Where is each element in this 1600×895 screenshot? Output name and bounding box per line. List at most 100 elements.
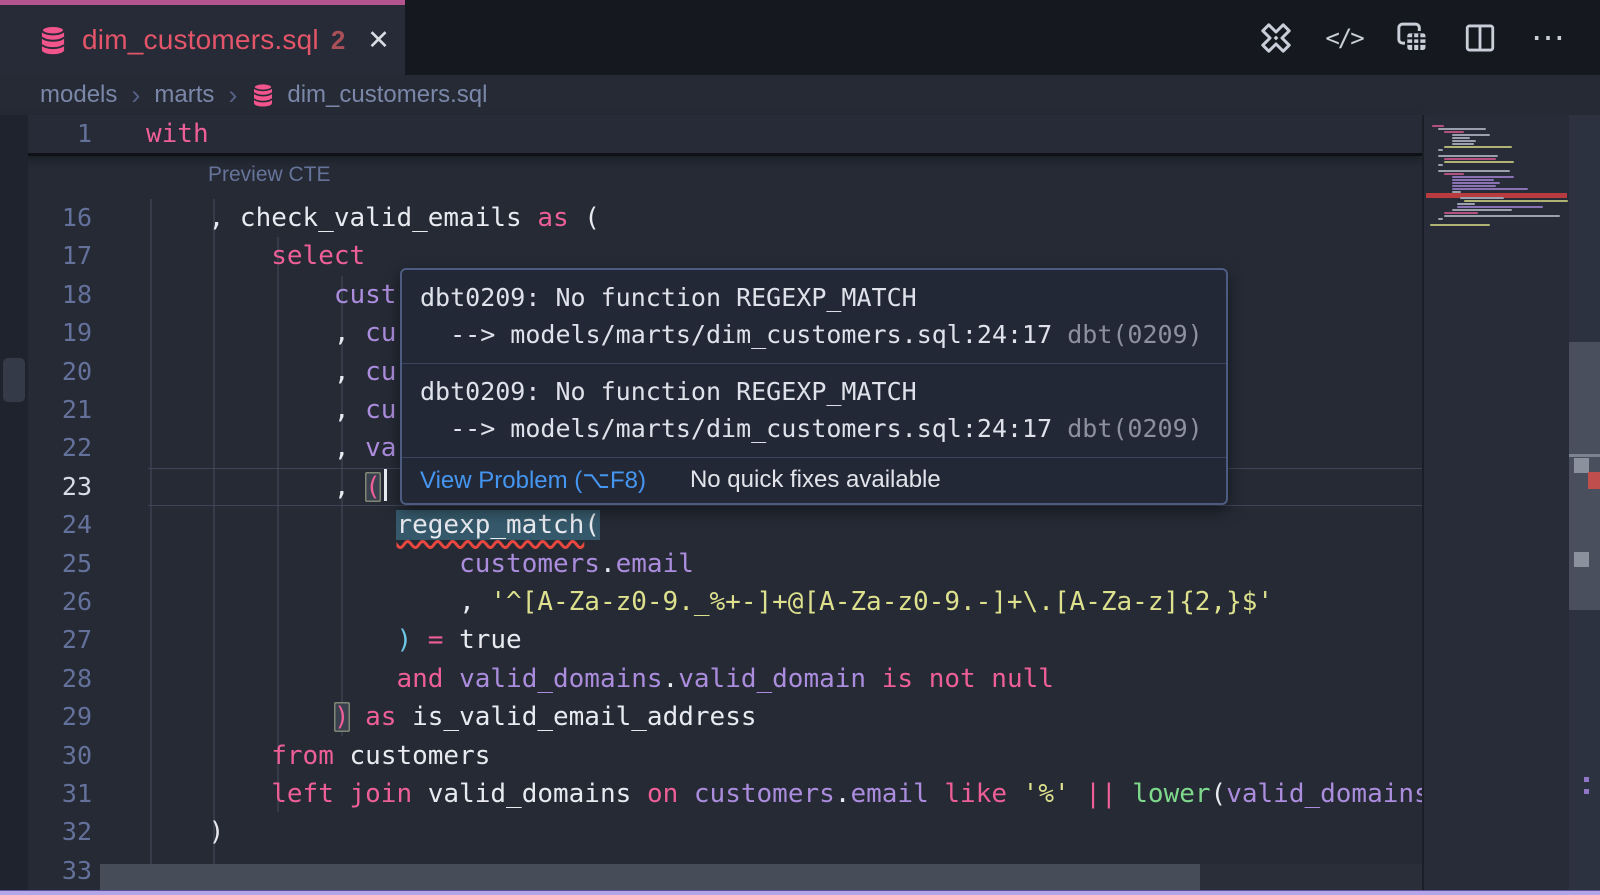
tab-bar: dim_customers.sql 2 ✕ </> xyxy=(0,0,1600,75)
line-number[interactable]: 20 xyxy=(28,353,92,391)
minimap-code-row xyxy=(1452,209,1512,211)
minimap-code-row xyxy=(1452,185,1496,187)
code-text: customers.email xyxy=(146,545,694,583)
minimap-code-row xyxy=(1432,125,1444,127)
minimap-code-row xyxy=(1438,128,1486,130)
line-number[interactable]: 16 xyxy=(28,199,92,237)
code-line-29[interactable]: 29 ) as is_valid_email_address xyxy=(0,698,1422,736)
code-text: , va xyxy=(146,429,396,467)
breadcrumb-item-models[interactable]: models xyxy=(40,81,117,109)
code-text: , cu xyxy=(146,391,396,429)
line-number: 1 xyxy=(28,115,92,153)
line-number[interactable]: 17 xyxy=(28,237,92,275)
line-number[interactable]: 18 xyxy=(28,276,92,314)
minimap-code-row xyxy=(1460,197,1504,199)
minimap-code-row xyxy=(1430,224,1490,226)
code-area[interactable]: Preview CTE 16 , check_valid_emails as (… xyxy=(0,115,1422,895)
code-line-26[interactable]: 26 , '^[A-Za-z0-9._%+-]+@[A-Za-z0-9.-]+\… xyxy=(0,583,1422,621)
close-icon[interactable]: ✕ xyxy=(367,25,390,56)
line-number[interactable]: 19 xyxy=(28,314,92,352)
code-line-31[interactable]: 31 left join valid_domains on customers.… xyxy=(0,775,1422,813)
minimap-code-row xyxy=(1457,203,1475,205)
code-icon[interactable]: </> xyxy=(1322,16,1366,60)
minimap-code-row xyxy=(1452,182,1500,184)
code-line-30[interactable]: 30 from customers xyxy=(0,737,1422,775)
breadcrumb-item-file[interactable]: dim_customers.sql xyxy=(287,81,487,109)
code-line-27[interactable]: 27 ) = true xyxy=(0,621,1422,659)
problem-location: --> models/marts/dim_customers.sql:24:17… xyxy=(420,410,1208,447)
left-scrollbar-handle[interactable] xyxy=(3,358,25,402)
code-text: left join valid_domains on customers.ema… xyxy=(146,775,1422,813)
code-text: cust xyxy=(146,276,396,314)
problem-message: dbt0209: No function REGEXP_MATCH xyxy=(420,279,1208,316)
tab-title: dim_customers.sql xyxy=(82,24,319,56)
line-number[interactable]: 31 xyxy=(28,775,92,813)
code-text: ) = true xyxy=(146,621,522,659)
bottom-accent-bar xyxy=(0,890,1600,895)
chevron-right-icon: › xyxy=(228,80,237,111)
minimap-code-row xyxy=(1438,149,1443,151)
editor-tab[interactable]: dim_customers.sql 2 ✕ xyxy=(0,0,405,75)
vertical-scrollbar xyxy=(1569,115,1600,895)
problem-hover-popup: dbt0209: No function REGEXP_MATCH --> mo… xyxy=(400,268,1228,505)
line-number[interactable]: 28 xyxy=(28,660,92,698)
dbt-icon[interactable] xyxy=(1254,16,1298,60)
minimap-code-row xyxy=(1438,155,1498,157)
line-number[interactable]: 22 xyxy=(28,429,92,467)
code-text: , ( xyxy=(146,468,387,506)
minimap-code-row xyxy=(1452,134,1490,136)
split-editor-icon[interactable] xyxy=(1458,16,1502,60)
minimap-code-row xyxy=(1438,218,1443,220)
overview-ruler-marker xyxy=(1584,789,1589,794)
no-quick-fixes-label: No quick fixes available xyxy=(690,466,941,494)
code-text: from customers xyxy=(146,737,490,775)
minimap-code-row xyxy=(1452,137,1470,139)
minimap-code-row xyxy=(1444,212,1478,214)
problem-entry: dbt0209: No function REGEXP_MATCH --> mo… xyxy=(402,270,1226,363)
line-number[interactable]: 25 xyxy=(28,545,92,583)
minimap-code-row xyxy=(1444,146,1512,148)
minimap-code-row xyxy=(1457,206,1543,208)
code-line-24[interactable]: 24 regexp_match( xyxy=(0,506,1422,544)
horizontal-scrollbar-slider[interactable] xyxy=(100,864,1200,891)
chevron-right-icon: › xyxy=(131,80,140,111)
problem-message: dbt0209: No function REGEXP_MATCH xyxy=(420,373,1208,410)
tab-problems-badge: 2 xyxy=(331,25,345,56)
code-text: select xyxy=(146,237,365,275)
line-number[interactable]: 29 xyxy=(28,698,92,736)
line-number[interactable]: 24 xyxy=(28,506,92,544)
sticky-code-text: with xyxy=(146,115,209,153)
minimap-code-row xyxy=(1452,143,1474,145)
popup-footer: View Problem (⌥F8) No quick fixes availa… xyxy=(402,457,1226,502)
code-line-28[interactable]: 28 and valid_domains.valid_domain is not… xyxy=(0,660,1422,698)
minimap[interactable] xyxy=(1422,115,1569,895)
line-number[interactable]: 32 xyxy=(28,813,92,851)
line-number[interactable]: 30 xyxy=(28,737,92,775)
minimap-code-row xyxy=(1452,179,1494,181)
code-line-16[interactable]: 16 , check_valid_emails as ( xyxy=(0,199,1422,237)
problem-code: dbt(0209) xyxy=(1067,414,1202,443)
code-text: , cu xyxy=(146,314,396,352)
problem-entry: dbt0209: No function REGEXP_MATCH --> mo… xyxy=(402,364,1226,457)
code-text: regexp_match( xyxy=(146,506,600,544)
line-number[interactable]: 26 xyxy=(28,583,92,621)
view-problem-link[interactable]: View Problem (⌥F8) xyxy=(420,466,646,495)
minimap-code-row xyxy=(1444,215,1560,217)
more-actions-icon[interactable]: ⋯ xyxy=(1526,16,1570,60)
text-cursor xyxy=(384,469,387,501)
code-text: ) xyxy=(146,813,224,851)
query-results-icon[interactable] xyxy=(1390,16,1434,60)
sticky-scroll-line[interactable]: 1 with xyxy=(0,115,1422,156)
overview-ruler-marker xyxy=(1584,777,1589,782)
vscode-window: dim_customers.sql 2 ✕ </> xyxy=(0,0,1600,895)
codelens-preview-cte[interactable]: Preview CTE xyxy=(208,163,331,187)
code-line-25[interactable]: 25 customers.email xyxy=(0,545,1422,583)
line-number[interactable]: 33 xyxy=(28,852,92,890)
code-text: , check_valid_emails as ( xyxy=(146,199,600,237)
code-line-32[interactable]: 32 ) xyxy=(0,813,1422,851)
minimap-code-row xyxy=(1444,158,1496,160)
line-number[interactable]: 27 xyxy=(28,621,92,659)
line-number[interactable]: 21 xyxy=(28,391,92,429)
line-number[interactable]: 23 xyxy=(28,468,92,506)
breadcrumb-item-marts[interactable]: marts xyxy=(154,81,214,109)
